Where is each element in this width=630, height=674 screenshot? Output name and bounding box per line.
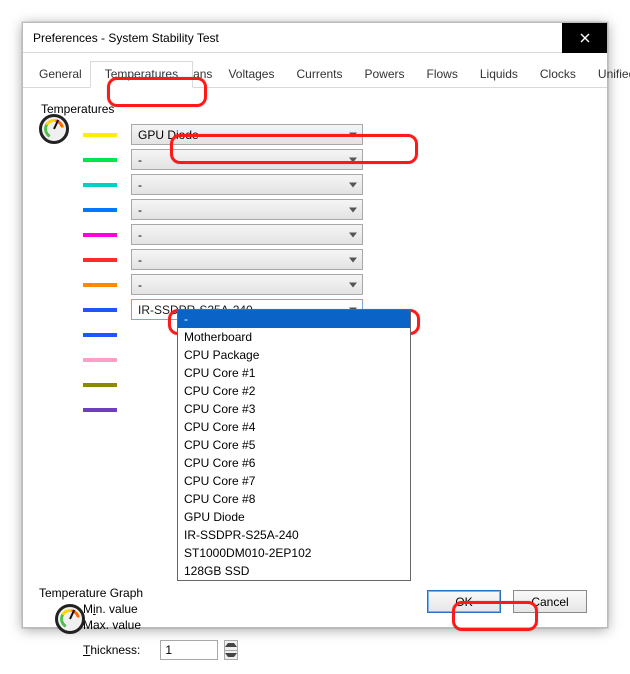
sensor-row: -	[39, 247, 591, 272]
dropdown-option[interactable]: CPU Core #2	[178, 382, 410, 400]
chevron-down-icon	[349, 182, 357, 187]
gauge-icon	[39, 114, 69, 144]
tab-powers[interactable]: Powers	[357, 61, 413, 87]
dropdown-option[interactable]: 128GB SSD	[178, 562, 410, 580]
max-value-row: Max. value	[83, 618, 591, 632]
color-swatch[interactable]	[83, 158, 117, 162]
tab-unified[interactable]: Unified	[590, 61, 630, 87]
dropdown-option[interactable]: CPU Core #6	[178, 454, 410, 472]
chevron-down-icon	[349, 207, 357, 212]
dropdown-option[interactable]: CPU Core #4	[178, 418, 410, 436]
spinner-up[interactable]	[225, 641, 237, 650]
close-icon	[580, 33, 590, 43]
tab-flows[interactable]: Flows	[419, 61, 466, 87]
sensor-row: -	[39, 197, 591, 222]
dialog-footer: OK Cancel	[427, 590, 587, 613]
color-swatch[interactable]	[83, 233, 117, 237]
dialog-body: Temperatures GPU Diode - - -	[23, 88, 607, 674]
sensor-combo-4[interactable]: -	[131, 224, 363, 245]
tab-general[interactable]: General	[37, 61, 84, 87]
sensor-row: -	[39, 172, 591, 197]
color-swatch[interactable]	[83, 183, 117, 187]
thickness-row: Thickness:	[83, 640, 591, 660]
dropdown-option[interactable]: IR-SSDPR-S25A-240	[178, 526, 410, 544]
dropdown-option[interactable]: CPU Core #8	[178, 490, 410, 508]
chevron-down-icon	[349, 282, 357, 287]
sensor-row: -	[39, 272, 591, 297]
thickness-input[interactable]	[160, 640, 218, 660]
color-swatch[interactable]	[83, 133, 117, 137]
dialog-window: Preferences - System Stability Test Gene…	[22, 22, 608, 628]
tab-currents[interactable]: Currents	[288, 61, 350, 87]
tab-voltages[interactable]: Voltages	[220, 61, 282, 87]
sensor-row: GPU Diode	[39, 122, 591, 147]
min-value-label: Min. value	[83, 602, 138, 616]
tab-bar: General Temperatures ans Voltages Curren…	[23, 53, 607, 88]
dropdown-option[interactable]: CPU Core #3	[178, 400, 410, 418]
tab-temperatures[interactable]: Temperatures	[90, 61, 193, 88]
sensor-dropdown-open[interactable]: - Motherboard CPU Package CPU Core #1 CP…	[177, 309, 411, 581]
color-swatch[interactable]	[83, 408, 117, 412]
dropdown-option[interactable]: Motherboard	[178, 328, 410, 346]
cancel-button[interactable]: Cancel	[513, 590, 587, 613]
color-swatch[interactable]	[83, 358, 117, 362]
tab-liquids[interactable]: Liquids	[472, 61, 526, 87]
dropdown-option[interactable]: -	[178, 310, 410, 328]
color-swatch[interactable]	[83, 283, 117, 287]
chevron-down-icon	[349, 232, 357, 237]
thickness-label: Thickness:	[83, 643, 140, 657]
group-title: Temperatures	[41, 102, 591, 116]
sensor-combo-0[interactable]: GPU Diode	[131, 124, 363, 145]
color-swatch[interactable]	[83, 258, 117, 262]
window-title: Preferences - System Stability Test	[23, 31, 562, 45]
sensor-combo-6[interactable]: -	[131, 274, 363, 295]
ok-button[interactable]: OK	[427, 590, 501, 613]
dropdown-option[interactable]: GPU Diode	[178, 508, 410, 526]
dropdown-option[interactable]: CPU Core #5	[178, 436, 410, 454]
color-swatch[interactable]	[83, 208, 117, 212]
close-button[interactable]	[562, 23, 607, 53]
chevron-down-icon	[349, 157, 357, 162]
chevron-down-icon	[349, 132, 357, 137]
dropdown-option[interactable]: ST1000DM010-2EP102	[178, 544, 410, 562]
tab-cooling-fans[interactable]: ans	[193, 61, 214, 87]
sensor-combo-3[interactable]: -	[131, 199, 363, 220]
gauge-icon	[55, 604, 85, 634]
dropdown-option[interactable]: CPU Package	[178, 346, 410, 364]
thickness-spinner[interactable]	[224, 640, 238, 660]
color-swatch[interactable]	[83, 383, 117, 387]
titlebar: Preferences - System Stability Test	[23, 23, 607, 53]
dropdown-option[interactable]: CPU Core #1	[178, 364, 410, 382]
color-swatch[interactable]	[83, 308, 117, 312]
max-value-label: Max. value	[83, 618, 141, 632]
sensor-combo-1[interactable]: -	[131, 149, 363, 170]
chevron-down-icon	[349, 257, 357, 262]
sensor-combo-5[interactable]: -	[131, 249, 363, 270]
sensor-row: -	[39, 147, 591, 172]
spinner-down[interactable]	[225, 650, 237, 660]
dropdown-option[interactable]: CPU Core #7	[178, 472, 410, 490]
sensor-combo-2[interactable]: -	[131, 174, 363, 195]
color-swatch[interactable]	[83, 333, 117, 337]
sensor-row: -	[39, 222, 591, 247]
tab-clocks[interactable]: Clocks	[532, 61, 584, 87]
